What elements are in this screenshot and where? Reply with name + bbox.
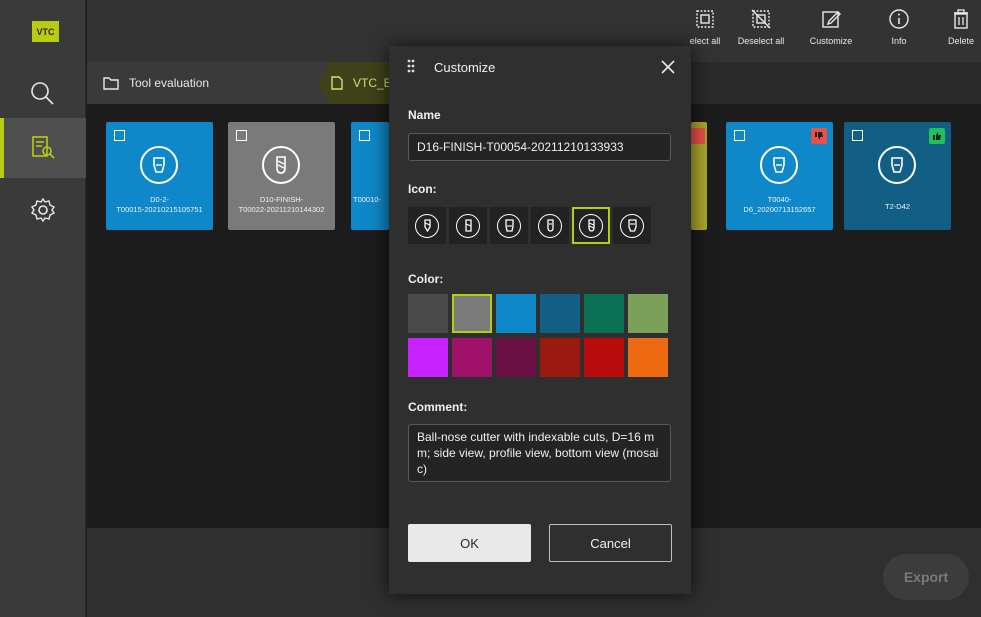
color-swatch[interactable]: [452, 338, 492, 377]
color-picker: [408, 294, 668, 377]
icon-label: Icon:: [408, 182, 437, 196]
tool-card[interactable]: D0-2- T00015-20210215105751: [106, 122, 213, 230]
insert-mill-icon: [140, 146, 178, 184]
icon-picker: [408, 207, 651, 244]
breadcrumb-current-label: VTC_E: [353, 76, 392, 90]
breadcrumb-root[interactable]: Tool evaluation: [87, 62, 319, 104]
nav-search-button[interactable]: [0, 64, 86, 124]
card-title: D10-FINISH- T00022-20211210144302: [238, 195, 325, 214]
nav-settings-button[interactable]: [0, 180, 86, 240]
card-checkbox[interactable]: [114, 130, 125, 141]
drag-handle-icon[interactable]: [407, 59, 415, 73]
thumbs-down-icon: [689, 128, 705, 144]
icon-option-thread-mill[interactable]: [531, 207, 569, 244]
dialog-header: Customize: [389, 46, 691, 90]
deselect-all-label: Deselect all: [737, 36, 785, 46]
tool-card[interactable]: T2-D42: [844, 122, 951, 230]
info-icon: [889, 9, 909, 29]
tool-card[interactable]: T00010-: [351, 122, 389, 230]
color-label: Color:: [408, 272, 444, 286]
ok-button[interactable]: OK: [408, 524, 531, 562]
color-swatch[interactable]: [628, 294, 668, 333]
name-field[interactable]: D16-FINISH-T00054-20211210133933: [408, 133, 671, 161]
nav-tool-evaluation-button[interactable]: [0, 118, 86, 178]
customize-button[interactable]: Customize: [799, 8, 863, 58]
tool-card[interactable]: T0040- D6_20200713152657: [726, 122, 833, 230]
ball-nose-icon: [579, 213, 603, 238]
file-icon: [331, 76, 343, 90]
tool-card[interactable]: D10-FINISH- T00022-20211210144302: [228, 122, 335, 230]
card-checkbox[interactable]: [852, 130, 863, 141]
select-all-label: elect all: [689, 36, 721, 46]
color-swatch[interactable]: [540, 294, 580, 333]
shell-mill-icon: [620, 213, 644, 238]
insert-mill-icon: [760, 146, 798, 184]
tool-card-partial[interactable]: [689, 122, 707, 230]
card-checkbox[interactable]: [359, 130, 370, 141]
vtc-logo: VTC: [32, 21, 59, 42]
thread-mill-icon: [538, 213, 562, 238]
cancel-button[interactable]: Cancel: [549, 524, 672, 562]
card-title: T00010-: [353, 195, 381, 204]
card-title: T2-D42: [884, 202, 910, 211]
evaluation-icon: [32, 136, 55, 159]
card-title: T0040- D6_20200713152657: [743, 195, 816, 214]
color-swatch[interactable]: [628, 338, 668, 377]
color-swatch[interactable]: [496, 338, 536, 377]
card-checkbox[interactable]: [734, 130, 745, 141]
thumbs-down-icon: [811, 128, 827, 144]
icon-option-insert-mill[interactable]: [490, 207, 528, 244]
trash-icon: [954, 9, 968, 29]
icon-option-shell-mill[interactable]: [613, 207, 651, 244]
deselect-all-icon: [751, 9, 771, 29]
ball-nose-icon: [262, 146, 300, 184]
deselect-all-button[interactable]: Deselect all: [729, 8, 793, 58]
drill-icon: [415, 213, 439, 238]
breadcrumb-root-label: Tool evaluation: [129, 76, 210, 90]
info-button[interactable]: Info: [867, 8, 931, 58]
export-button[interactable]: Export: [883, 554, 969, 600]
select-all-icon: [696, 10, 714, 28]
customize-label: Customize: [809, 36, 853, 46]
comment-field[interactable]: Ball-nose cutter with indexable cuts, D=…: [408, 424, 671, 482]
insert-mill-icon: [497, 213, 521, 238]
close-icon[interactable]: [657, 56, 679, 78]
delete-label: Delete: [947, 36, 974, 46]
color-swatch[interactable]: [584, 294, 624, 333]
icon-option-drill[interactable]: [408, 207, 446, 244]
icon-option-end-mill[interactable]: [449, 207, 487, 244]
color-swatch-selected[interactable]: [452, 294, 492, 333]
folder-icon: [103, 77, 119, 90]
end-mill-icon: [456, 213, 480, 238]
side-navigation: VTC: [0, 0, 86, 617]
info-label: Info: [891, 36, 907, 46]
card-checkbox[interactable]: [236, 130, 247, 141]
customize-dialog: Customize Name D16-FINISH-T00054-2021121…: [389, 46, 691, 594]
color-swatch[interactable]: [584, 338, 624, 377]
comment-label: Comment:: [408, 400, 468, 414]
delete-button[interactable]: Delete: [929, 8, 981, 58]
color-swatch[interactable]: [496, 294, 536, 333]
thumbs-up-icon: [929, 128, 945, 144]
magnifier-icon: [31, 82, 54, 105]
icon-option-ball-nose[interactable]: [572, 207, 610, 244]
card-title: D0-2- T00015-20210215105751: [116, 195, 203, 214]
breadcrumb-current[interactable]: VTC_E: [318, 62, 399, 104]
gear-icon: [30, 197, 56, 223]
edit-icon: [822, 11, 841, 28]
insert-mill-icon: [878, 146, 916, 184]
dialog-title: Customize: [434, 60, 496, 75]
name-label: Name: [408, 108, 441, 122]
color-swatch[interactable]: [408, 294, 448, 333]
color-swatch[interactable]: [408, 338, 448, 377]
color-swatch[interactable]: [540, 338, 580, 377]
